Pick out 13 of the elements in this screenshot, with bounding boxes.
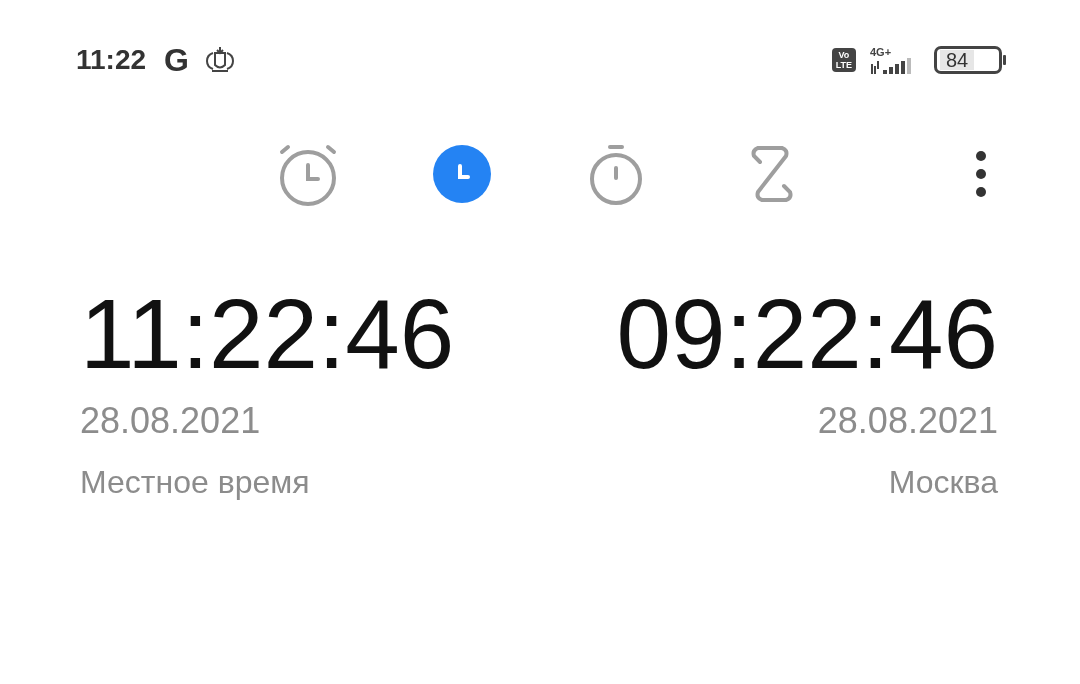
status-time: 11:22 [76,44,147,76]
volte-badge: Vo LTE [831,48,856,72]
clock-time: 09:22:46 [616,278,998,390]
google-status-letter: G [164,41,189,79]
battery-indicator: 84 [934,46,1002,74]
clock-icon [430,142,494,206]
clock-time: 11:22:46 [80,278,455,390]
clock-label: Москва [888,464,998,501]
clock-label: Местное время [80,464,310,501]
network-type: 4G+ [870,46,893,58]
clock-date: 28.08.2021 [817,400,998,442]
clock-date: 28.08.2021 [80,400,261,442]
more-menu-icon[interactable] [975,150,987,198]
